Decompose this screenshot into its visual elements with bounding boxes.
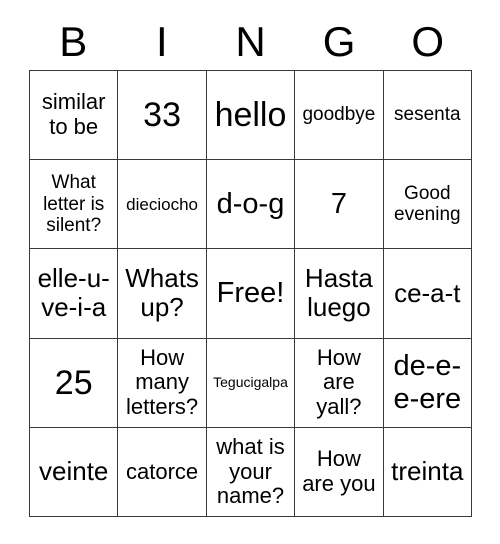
bingo-cell[interactable]: Tegucigalpa <box>206 338 296 428</box>
bingo-cell-text: goodbye <box>302 104 376 126</box>
bingo-cell-text: Hasta luego <box>304 263 373 323</box>
bingo-header-row: B I N G O <box>29 14 472 70</box>
bingo-cell-text: sesenta <box>394 104 461 126</box>
bingo-cell[interactable]: goodbye <box>295 71 384 161</box>
bingo-cell[interactable]: How are yall? <box>295 338 384 428</box>
bingo-cell-text: ce-a-t <box>394 277 461 308</box>
bingo-cell-text: Free! <box>216 277 285 310</box>
bingo-cell-text: elle-u-ve-i-a <box>37 263 110 323</box>
bingo-cell[interactable]: veinte <box>30 427 119 517</box>
bingo-cell[interactable]: sesenta <box>383 71 472 161</box>
bingo-cell-text: hello <box>214 96 287 135</box>
bingo-cell-text: treinta <box>391 456 464 487</box>
bingo-cell[interactable]: 25 <box>30 338 119 428</box>
bingo-header-letter-n: N <box>235 18 266 65</box>
bingo-cell[interactable]: dieciocho <box>118 160 207 250</box>
bingo-header-letter-i: I <box>156 18 168 65</box>
bingo-cell[interactable]: d-o-g <box>206 160 296 250</box>
bingo-cell[interactable]: catorce <box>118 427 207 517</box>
bingo-header-letter-b: B <box>59 18 88 65</box>
bingo-cell-text: Good evening <box>394 183 461 226</box>
bingo-cell-text: dieciocho <box>126 194 198 214</box>
bingo-cell[interactable]: Good evening <box>383 160 472 250</box>
bingo-cell-text: Whats up? <box>125 263 199 323</box>
bingo-cell-text: similar to be <box>41 89 106 140</box>
bingo-cell[interactable]: Whats up? <box>118 249 207 339</box>
bingo-grid: similar to be 33 hello goodbye sesenta W… <box>29 70 472 517</box>
bingo-cell[interactable]: elle-u-ve-i-a <box>30 249 119 339</box>
bingo-cell-text: Tegucigalpa <box>213 373 288 390</box>
bingo-cell-text: How are yall? <box>316 344 362 419</box>
bingo-card: B I N G O similar to be 33 hello goodbye… <box>0 0 500 544</box>
bingo-cell-free-space[interactable]: Free! <box>206 249 296 339</box>
bingo-cell-text: veinte <box>39 456 109 487</box>
bingo-cell-text: What letter is silent? <box>43 172 105 236</box>
bingo-cell-text: catorce <box>126 458 199 484</box>
bingo-cell-text: How many letters? <box>126 344 199 419</box>
bingo-cell-text: 33 <box>143 96 181 135</box>
bingo-cell[interactable]: How many letters? <box>118 338 207 428</box>
bingo-cell[interactable]: de-e-e-ere <box>383 338 472 428</box>
bingo-cell[interactable]: How are you <box>295 427 384 517</box>
bingo-cell-text: 7 <box>330 188 347 221</box>
bingo-cell-text: How are you <box>302 446 376 496</box>
bingo-cell[interactable]: similar to be <box>30 71 119 161</box>
bingo-cell[interactable]: What letter is silent? <box>30 160 119 250</box>
bingo-cell-text: 25 <box>54 363 93 402</box>
bingo-cell[interactable]: Hasta luego <box>295 249 384 339</box>
bingo-cell[interactable]: what is your name? <box>206 427 296 517</box>
bingo-cell-text: d-o-g <box>216 188 285 221</box>
bingo-cell[interactable]: 7 <box>295 160 384 250</box>
bingo-header-letter-o: O <box>411 18 444 65</box>
bingo-cell[interactable]: ce-a-t <box>383 249 472 339</box>
bingo-cell[interactable]: hello <box>206 71 296 161</box>
bingo-cell-text: what is your name? <box>216 433 285 509</box>
bingo-cell[interactable]: treinta <box>383 427 472 517</box>
bingo-cell[interactable]: 33 <box>118 71 207 161</box>
bingo-cell-text: de-e-e-ere <box>393 350 462 415</box>
bingo-header-letter-g: G <box>322 18 356 65</box>
